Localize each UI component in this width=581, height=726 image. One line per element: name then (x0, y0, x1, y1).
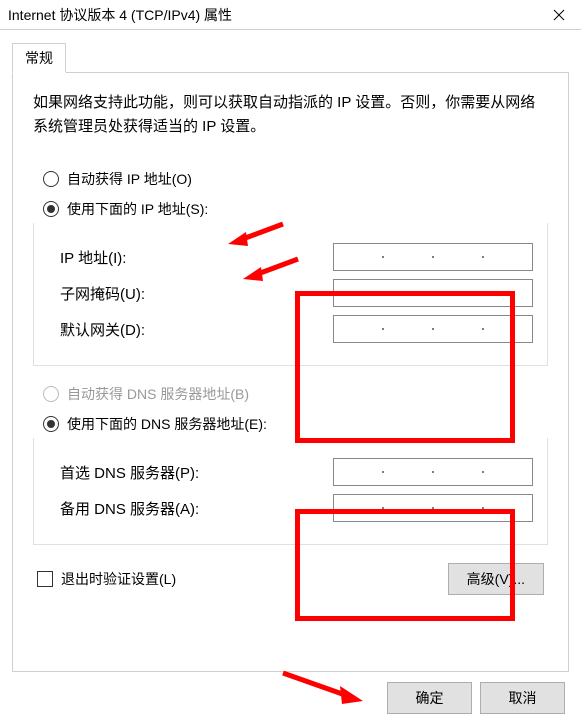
secondary-dns-input[interactable] (333, 494, 533, 522)
dns-auto-radio: 自动获得 DNS 服务器地址(B) (43, 384, 548, 404)
validate-label: 退出时验证设置(L) (61, 569, 176, 589)
ip-auto-radio[interactable]: 自动获得 IP 地址(O) (43, 169, 548, 189)
ok-button[interactable]: 确定 (387, 682, 472, 714)
primary-dns-input[interactable] (333, 458, 533, 486)
gateway-input[interactable] (333, 315, 533, 343)
tab-panel: 如果网络支持此功能，则可以获取自动指派的 IP 设置。否则，你需要从网络系统管理… (12, 72, 569, 672)
cancel-button[interactable]: 取消 (480, 682, 565, 714)
gateway-row: 默认网关(D): (48, 315, 533, 343)
ip-address-row: IP 地址(I): (48, 243, 533, 271)
dns-field-group: 首选 DNS 服务器(P): 备用 DNS 服务器(A): (33, 438, 548, 545)
description-text: 如果网络支持此功能，则可以获取自动指派的 IP 设置。否则，你需要从网络系统管理… (33, 91, 548, 139)
window-title: Internet 协议版本 4 (TCP/IPv4) 属性 (8, 5, 232, 25)
subnet-label: 子网掩码(U): (48, 283, 145, 304)
ip-manual-label: 使用下面的 IP 地址(S): (67, 199, 208, 219)
primary-dns-label: 首选 DNS 服务器(P): (48, 462, 199, 483)
primary-dns-row: 首选 DNS 服务器(P): (48, 458, 533, 486)
radio-icon (43, 416, 59, 432)
tab-general[interactable]: 常规 (12, 43, 66, 73)
dialog-footer: 确定 取消 (0, 672, 581, 726)
dns-manual-label: 使用下面的 DNS 服务器地址(E): (67, 414, 267, 434)
ip-auto-label: 自动获得 IP 地址(O) (67, 169, 192, 189)
tab-header: 常规 (12, 42, 569, 72)
subnet-row: 子网掩码(U): (48, 279, 533, 307)
radio-icon (43, 171, 59, 187)
checkbox-icon (37, 571, 53, 587)
ip-manual-radio[interactable]: 使用下面的 IP 地址(S): (43, 199, 548, 219)
close-icon (553, 9, 565, 21)
dialog-body: 常规 如果网络支持此功能，则可以获取自动指派的 IP 设置。否则，你需要从网络系… (0, 30, 581, 672)
dns-manual-radio[interactable]: 使用下面的 DNS 服务器地址(E): (43, 414, 548, 434)
bottom-row: 退出时验证设置(L) 高级(V)... (33, 563, 548, 595)
ip-address-label: IP 地址(I): (48, 247, 126, 268)
radio-icon (43, 201, 59, 217)
title-bar: Internet 协议版本 4 (TCP/IPv4) 属性 (0, 0, 581, 30)
radio-icon (43, 386, 59, 402)
ip-field-group: IP 地址(I): 子网掩码(U): 默认网关(D): (33, 223, 548, 366)
gateway-label: 默认网关(D): (48, 319, 145, 340)
ip-address-input[interactable] (333, 243, 533, 271)
dns-auto-label: 自动获得 DNS 服务器地址(B) (67, 384, 249, 404)
secondary-dns-label: 备用 DNS 服务器(A): (48, 498, 199, 519)
subnet-input[interactable] (333, 279, 533, 307)
validate-checkbox[interactable]: 退出时验证设置(L) (37, 569, 176, 589)
close-button[interactable] (536, 0, 581, 30)
secondary-dns-row: 备用 DNS 服务器(A): (48, 494, 533, 522)
advanced-button[interactable]: 高级(V)... (448, 563, 544, 595)
